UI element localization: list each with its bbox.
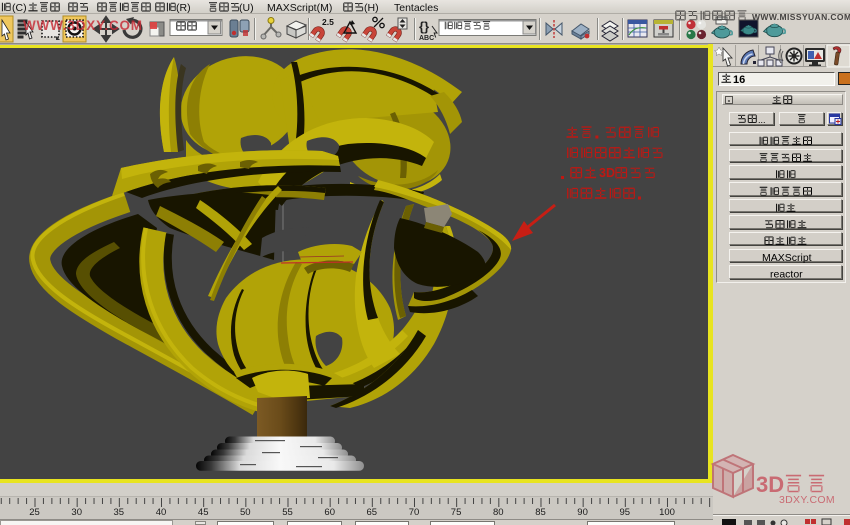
svg-text:reactor: reactor bbox=[770, 269, 803, 281]
svg-text:MAXScript(M): MAXScript(M) bbox=[267, 2, 332, 14]
svg-text:WWW.3DXY.COM: WWW.3DXY.COM bbox=[23, 18, 143, 33]
svg-text:MAXScript: MAXScript bbox=[762, 252, 812, 264]
svg-text:WWW.MISSYUAN.COM: WWW.MISSYUAN.COM bbox=[752, 12, 850, 22]
svg-text:(U): (U) bbox=[239, 2, 254, 14]
svg-text:(R): (R) bbox=[176, 2, 191, 14]
svg-text:(H): (H) bbox=[364, 2, 379, 14]
svg-text:Tentacles: Tentacles bbox=[394, 2, 438, 14]
svg-text:16: 16 bbox=[733, 74, 745, 86]
svg-text:...: ... bbox=[758, 115, 766, 125]
svg-text:(C): (C) bbox=[12, 2, 27, 14]
svg-text:3DXY.COM: 3DXY.COM bbox=[779, 494, 835, 506]
svg-text:3D: 3D bbox=[599, 166, 615, 180]
